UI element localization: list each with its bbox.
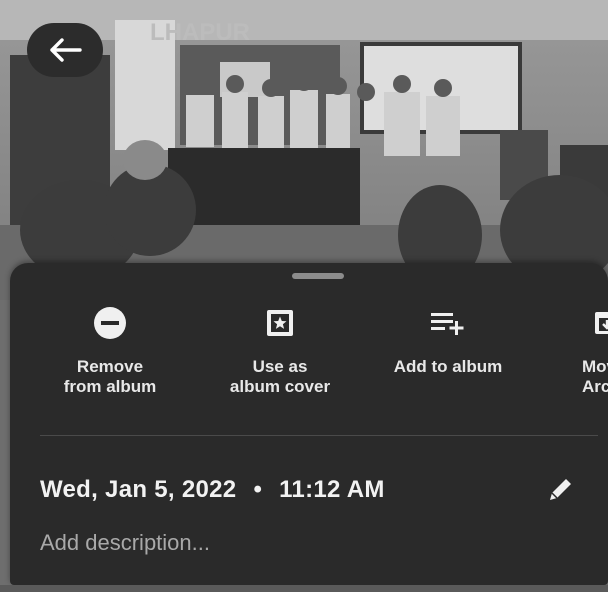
datetime-separator: • <box>253 476 263 503</box>
photo-datetime: Wed, Jan 5, 2022 • 11:12 AM <box>40 476 385 504</box>
playlist-add-icon <box>431 313 464 335</box>
action-row: Remove from album Use as album cover Add… <box>10 303 608 403</box>
edit-datetime-button[interactable] <box>543 473 577 507</box>
remove-from-album-label: Remove from album <box>63 357 157 396</box>
photo-date: Wed, Jan 5, 2022 <box>40 476 237 503</box>
pencil-icon <box>550 479 571 500</box>
photo-viewer: LHAPUR <box>0 0 608 300</box>
drag-handle[interactable] <box>292 273 344 279</box>
add-to-album-button[interactable]: Add to album <box>373 303 523 377</box>
move-to-archive-label: Mov Arc <box>582 357 608 396</box>
move-to-archive-button[interactable]: Mov Arc <box>540 303 608 397</box>
back-button[interactable] <box>27 23 103 77</box>
description-input[interactable] <box>40 530 460 556</box>
remove-circle-icon <box>94 307 126 339</box>
remove-from-album-button[interactable]: Remove from album <box>35 303 185 397</box>
photo-time: 11:12 AM <box>279 476 385 503</box>
photo-watermark: LHAPUR <box>150 19 250 46</box>
album-cover-icon <box>267 310 293 336</box>
add-to-album-label: Add to album <box>393 357 503 376</box>
use-as-album-cover-label: Use as album cover <box>229 357 331 396</box>
arrow-left-icon <box>50 38 82 62</box>
photo-details-sheet: Remove from album Use as album cover Add… <box>10 263 608 585</box>
use-as-album-cover-button[interactable]: Use as album cover <box>205 303 355 397</box>
move-to-archive-icon <box>595 312 608 334</box>
divider <box>40 435 598 436</box>
bottom-edge <box>0 585 608 592</box>
